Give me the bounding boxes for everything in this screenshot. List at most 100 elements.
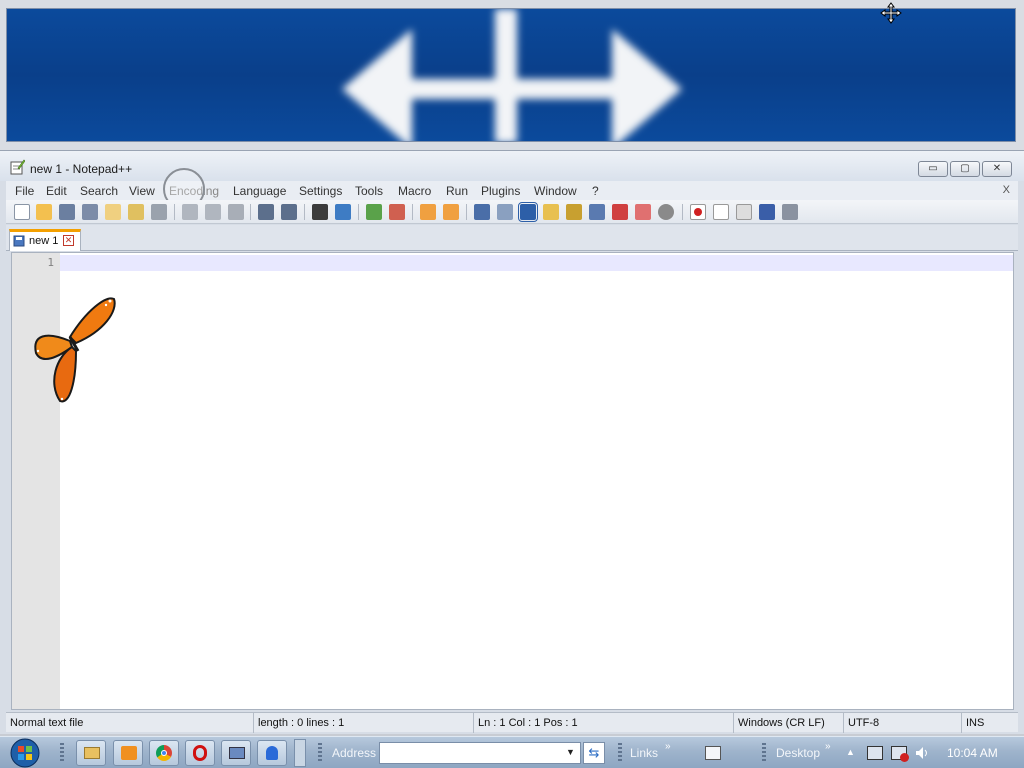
menu-view[interactable]: View: [129, 184, 155, 198]
address-label: Address: [332, 746, 377, 760]
status-position: Ln : 1 Col : 1 Pos : 1: [474, 713, 734, 733]
close-all-icon[interactable]: [128, 204, 144, 220]
status-encoding[interactable]: UTF-8: [844, 713, 962, 733]
new-file-icon[interactable]: [14, 204, 30, 220]
stop-macro-icon[interactable]: [713, 204, 729, 220]
status-mode[interactable]: INS: [962, 713, 1018, 733]
toolbar-grip[interactable]: [618, 743, 622, 763]
cut-icon[interactable]: [182, 204, 198, 220]
notepad-quicklaunch-icon[interactable]: [705, 746, 721, 760]
menu-plugins[interactable]: Plugins: [481, 184, 520, 198]
save-macro-icon[interactable]: [782, 204, 798, 220]
window-title: new 1 - Notepad++: [30, 162, 133, 176]
toolbar: [6, 200, 1018, 224]
save-all-icon[interactable]: [82, 204, 98, 220]
paste-icon[interactable]: [228, 204, 244, 220]
app-icon[interactable]: [257, 740, 287, 766]
show-hidden-icons-icon[interactable]: ▲: [846, 747, 855, 757]
close-file-icon[interactable]: [105, 204, 121, 220]
zoom-out-icon[interactable]: [389, 204, 405, 220]
editor-area[interactable]: 1: [11, 252, 1014, 710]
status-bar: Normal text file length : 0 lines : 1 Ln…: [6, 712, 1018, 733]
close-button[interactable]: ✕: [982, 161, 1012, 177]
toolbar-separator: [412, 204, 413, 220]
title-bar[interactable]: new 1 - Notepad++ ▭ ▢ ✕: [0, 151, 1024, 181]
toolbar-grip[interactable]: [318, 743, 322, 763]
menu-bar: File Edit Search View Encoding Language …: [6, 168, 1018, 224]
tab-label: new 1: [29, 235, 59, 247]
action-center-icon[interactable]: [867, 746, 883, 760]
indent-guide-icon[interactable]: [518, 202, 538, 222]
menu-language[interactable]: Language: [233, 184, 286, 198]
toolbar-separator: [304, 204, 305, 220]
menu-help[interactable]: ?: [592, 184, 599, 198]
sync-vertical-icon[interactable]: [420, 204, 436, 220]
print-icon[interactable]: [151, 204, 167, 220]
menu-file[interactable]: File: [15, 184, 34, 198]
address-dropdown-icon[interactable]: ▼: [566, 747, 575, 757]
show-all-chars-icon[interactable]: [497, 204, 513, 220]
links-label[interactable]: Links: [630, 746, 658, 760]
word-wrap-icon[interactable]: [474, 204, 490, 220]
menu-run[interactable]: Run: [446, 184, 468, 198]
monitoring-icon[interactable]: [635, 204, 651, 220]
go-button[interactable]: ⇆: [583, 742, 605, 764]
undo-icon[interactable]: [258, 204, 274, 220]
zoom-in-icon[interactable]: [366, 204, 382, 220]
user-language-icon[interactable]: [543, 204, 559, 220]
menu-edit[interactable]: Edit: [46, 184, 67, 198]
open-file-icon[interactable]: [36, 204, 52, 220]
record-disabled-icon[interactable]: [658, 204, 674, 220]
maximize-icon: ▢: [960, 163, 970, 174]
chrome-icon[interactable]: [149, 740, 179, 766]
menu-settings[interactable]: Settings: [299, 184, 342, 198]
menu-window[interactable]: Window: [534, 184, 577, 198]
links-chevron-icon[interactable]: »: [665, 741, 671, 752]
desktop-chevron-icon[interactable]: »: [825, 741, 831, 752]
menu-tools[interactable]: Tools: [355, 184, 383, 198]
explorer-icon[interactable]: [76, 740, 106, 766]
toolbar-separator: [358, 204, 359, 220]
replace-icon[interactable]: [335, 204, 351, 220]
windows-start-orb[interactable]: [8, 738, 42, 768]
status-eol[interactable]: Windows (CR LF): [734, 713, 844, 733]
volume-icon[interactable]: [915, 746, 929, 760]
record-macro-icon[interactable]: [690, 204, 706, 220]
tab-close-icon[interactable]: ✕: [63, 235, 74, 246]
notepad-plus-plus-icon: [10, 159, 25, 175]
sync-horizontal-icon[interactable]: [443, 204, 459, 220]
taskbar-grip[interactable]: [60, 743, 64, 763]
tab-bar: new 1 ✕: [6, 225, 1018, 251]
menu-search[interactable]: Search: [80, 184, 118, 198]
toolbar-grip[interactable]: [762, 743, 766, 763]
address-input[interactable]: [379, 742, 581, 764]
play-multiple-icon[interactable]: [759, 204, 775, 220]
butterfly-image: [34, 297, 116, 403]
line-number: 1: [47, 256, 54, 269]
close-document-x[interactable]: X: [1003, 184, 1010, 196]
copy-icon[interactable]: [205, 204, 221, 220]
close-icon: ✕: [992, 163, 1002, 174]
network-icon[interactable]: [221, 740, 251, 766]
redo-icon[interactable]: [281, 204, 297, 220]
tab-new-1[interactable]: new 1 ✕: [9, 229, 81, 251]
minimize-button[interactable]: ▭: [918, 161, 948, 177]
toolbar-separator: [466, 204, 467, 220]
folder-workspace-icon[interactable]: [612, 204, 628, 220]
move-cursor-icon: [880, 2, 902, 24]
clock[interactable]: 10:04 AM: [947, 746, 998, 760]
taskbar-scroll[interactable]: [294, 739, 306, 767]
opera-icon[interactable]: [185, 740, 215, 766]
function-list-icon[interactable]: [589, 204, 605, 220]
menu-macro[interactable]: Macro: [398, 184, 431, 198]
doc-map-icon[interactable]: [566, 204, 582, 220]
find-icon[interactable]: [312, 204, 328, 220]
move-arrows-graphic: [342, 9, 682, 141]
desktop-label[interactable]: Desktop: [776, 746, 820, 760]
play-macro-icon[interactable]: [736, 204, 752, 220]
notepad-window: new 1 - Notepad++ ▭ ▢ ✕ File Edit Search…: [0, 150, 1024, 734]
maximize-button[interactable]: ▢: [950, 161, 980, 177]
network-disconnected-icon[interactable]: [891, 746, 909, 762]
save-icon[interactable]: [59, 204, 75, 220]
media-player-icon[interactable]: [113, 740, 143, 766]
